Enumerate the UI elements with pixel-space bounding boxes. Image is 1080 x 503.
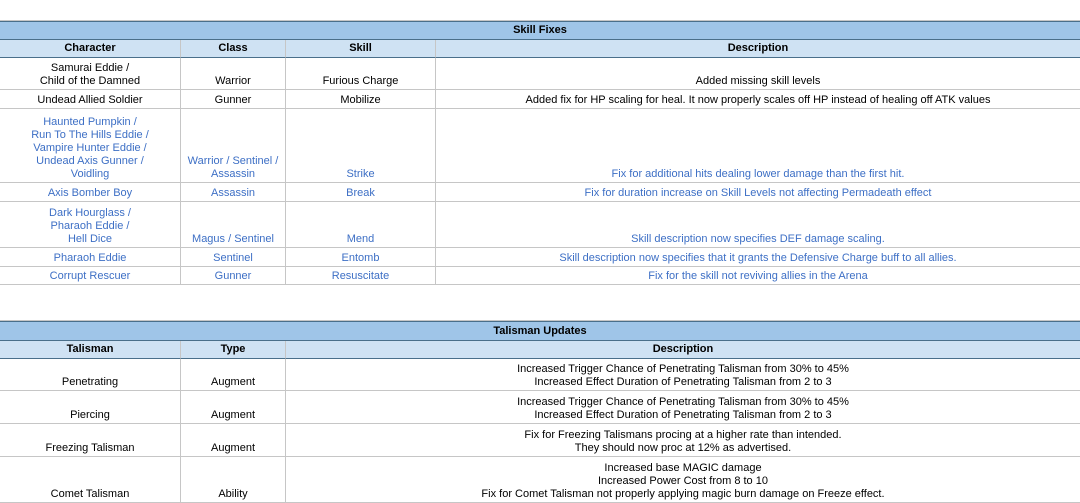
header-character: Character (0, 40, 181, 58)
description-cell: Fix for the skill not reviving allies in… (436, 267, 1080, 285)
class-cell: Sentinel (181, 248, 286, 267)
talisman-cell: Freezing Talisman (0, 424, 181, 457)
character-cell: Corrupt Rescuer (0, 267, 181, 285)
talisman-cell: Comet Talisman (0, 457, 181, 503)
table-row: Corrupt Rescuer Gunner Resuscitate Fix f… (0, 267, 1080, 285)
description-cell: Fix for additional hits dealing lower da… (436, 109, 1080, 183)
skill-fixes-title: Skill Fixes (0, 21, 1080, 40)
description-cell: Skill description now specifies that it … (436, 248, 1080, 267)
table-row: Samurai Eddie / Child of the Damned Warr… (0, 58, 1080, 90)
skill-fixes-header-row: Character Class Skill Description (0, 40, 1080, 58)
blank-row-top (0, 0, 1080, 21)
description-cell: Increased base MAGIC damage Increased Po… (286, 457, 1080, 503)
skill-cell: Mend (286, 202, 436, 248)
description-cell: Added missing skill levels (436, 58, 1080, 90)
skill-cell: Entomb (286, 248, 436, 267)
character-cell: Undead Allied Soldier (0, 90, 181, 109)
description-cell: Increased Trigger Chance of Penetrating … (286, 359, 1080, 391)
description-cell: Increased Trigger Chance of Penetrating … (286, 391, 1080, 424)
skill-cell: Mobilize (286, 90, 436, 109)
description-cell: Fix for Freezing Talismans procing at a … (286, 424, 1080, 457)
character-cell: Dark Hourglass / Pharaoh Eddie / Hell Di… (0, 202, 181, 248)
table-row: Undead Allied Soldier Gunner Mobilize Ad… (0, 90, 1080, 109)
description-cell: Fix for duration increase on Skill Level… (436, 183, 1080, 202)
description-cell: Skill description now specifies DEF dama… (436, 202, 1080, 248)
table-row: Piercing Augment Increased Trigger Chanc… (0, 391, 1080, 424)
talisman-updates-title: Talisman Updates (0, 321, 1080, 341)
header-class: Class (181, 40, 286, 58)
skill-cell: Strike (286, 109, 436, 183)
talisman-header-row: Talisman Type Description (0, 341, 1080, 359)
skill-cell: Furious Charge (286, 58, 436, 90)
header-skill: Skill (286, 40, 436, 58)
description-cell: Added fix for HP scaling for heal. It no… (436, 90, 1080, 109)
header-description: Description (436, 40, 1080, 58)
character-cell: Pharaoh Eddie (0, 248, 181, 267)
class-cell: Gunner (181, 267, 286, 285)
class-cell: Assassin (181, 183, 286, 202)
table-row: Haunted Pumpkin / Run To The Hills Eddie… (0, 109, 1080, 183)
blank-row (0, 285, 1080, 321)
table-row: Freezing Talisman Augment Fix for Freezi… (0, 424, 1080, 457)
type-cell: Augment (181, 359, 286, 391)
type-cell: Augment (181, 391, 286, 424)
class-cell: Warrior (181, 58, 286, 90)
class-cell: Gunner (181, 90, 286, 109)
table-row: Axis Bomber Boy Assassin Break Fix for d… (0, 183, 1080, 202)
table-row: Penetrating Augment Increased Trigger Ch… (0, 359, 1080, 391)
header-talisman: Talisman (0, 341, 181, 359)
talisman-title-row: Talisman Updates (0, 321, 1080, 341)
type-cell: Augment (181, 424, 286, 457)
character-cell: Axis Bomber Boy (0, 183, 181, 202)
skill-cell: Break (286, 183, 436, 202)
talisman-cell: Piercing (0, 391, 181, 424)
table-row: Dark Hourglass / Pharaoh Eddie / Hell Di… (0, 202, 1080, 248)
skill-cell: Resuscitate (286, 267, 436, 285)
class-cell: Magus / Sentinel (181, 202, 286, 248)
table-row: Pharaoh Eddie Sentinel Entomb Skill desc… (0, 248, 1080, 267)
character-cell: Haunted Pumpkin / Run To The Hills Eddie… (0, 109, 181, 183)
skill-fixes-title-row: Skill Fixes (0, 21, 1080, 40)
table-row: Comet Talisman Ability Increased base MA… (0, 457, 1080, 503)
character-cell: Samurai Eddie / Child of the Damned (0, 58, 181, 90)
type-cell: Ability (181, 457, 286, 503)
header-description: Description (286, 341, 1080, 359)
header-type: Type (181, 341, 286, 359)
class-cell: Warrior / Sentinel / Assassin (181, 109, 286, 183)
talisman-cell: Penetrating (0, 359, 181, 391)
